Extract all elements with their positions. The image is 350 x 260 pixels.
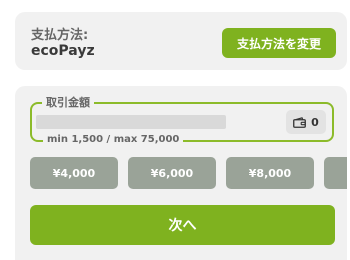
amount-card: 取引金額 0 min 1,500 / max 75,000 ¥4,000 ¥6,…	[15, 86, 347, 260]
preset-amount-button-partial[interactable]	[324, 157, 347, 189]
preset-amount-button[interactable]: ¥4,000	[30, 157, 118, 189]
preset-amount-button[interactable]: ¥8,000	[226, 157, 314, 189]
preset-amounts: ¥4,000 ¥6,000 ¥8,000	[30, 157, 347, 189]
preset-amount-button[interactable]: ¥6,000	[128, 157, 216, 189]
amount-legend: 取引金額	[42, 94, 94, 110]
amount-input[interactable]	[36, 115, 226, 129]
balance-value: 0	[311, 115, 319, 129]
balance-badge: 0	[286, 110, 326, 134]
wallet-icon	[293, 116, 307, 128]
payment-method-value: ecoPayz	[31, 43, 95, 59]
change-payment-method-button[interactable]: 支払方法を変更	[222, 28, 336, 58]
next-button[interactable]: 次へ	[30, 205, 335, 245]
amount-limits: min 1,500 / max 75,000	[43, 134, 184, 145]
payment-method-label: 支払方法:	[31, 28, 89, 43]
payment-method-card: 支払方法: ecoPayz 支払方法を変更	[15, 12, 347, 70]
